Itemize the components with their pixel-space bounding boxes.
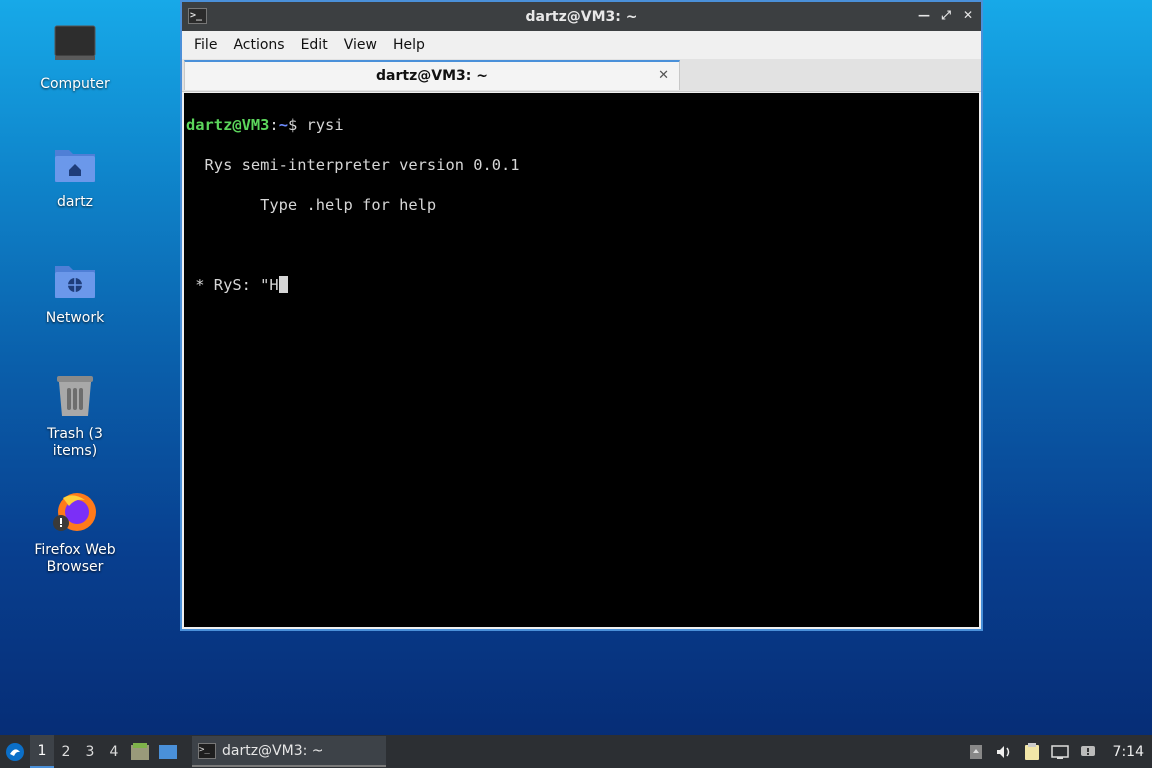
menu-help[interactable]: Help — [385, 37, 433, 53]
prompt-symbol: $ — [287, 116, 307, 134]
system-tray: 7:14 — [967, 742, 1152, 761]
file-manager-icon — [131, 742, 149, 760]
close-icon[interactable]: ✕ — [961, 8, 975, 22]
desktop-icon-network[interactable]: Network — [24, 256, 126, 327]
command-text: rysi — [306, 116, 344, 134]
tab-bar: dartz@VM3: ~ ✕ — [182, 59, 981, 92]
network-icon[interactable] — [1050, 743, 1069, 761]
terminal-window: >_ dartz@VM3: ~ — ⤢ ✕ File Actions Edit … — [180, 0, 983, 631]
workspace-2[interactable]: 2 — [54, 735, 78, 768]
desktop-icon-firefox[interactable]: Firefox Web Browser — [24, 488, 126, 576]
tab-terminal[interactable]: dartz@VM3: ~ ✕ — [184, 60, 680, 90]
prompt-user: dartz@VM3 — [186, 116, 270, 134]
desktop-icon-label: Trash (3 items) — [47, 426, 103, 459]
workspace-4[interactable]: 4 — [102, 735, 126, 768]
text-cursor — [278, 276, 288, 293]
lubuntu-logo-icon — [6, 742, 24, 761]
desktop-icon-label: Network — [45, 310, 105, 326]
clock[interactable]: 7:14 — [1113, 744, 1144, 760]
taskbar: 1 2 3 4 >_ dartz@VM3: ~ 7:14 — [0, 735, 1152, 768]
terminal-app-icon: >_ — [188, 8, 207, 24]
menu-file[interactable]: File — [186, 37, 225, 53]
desktop-icon-computer[interactable]: Computer — [24, 22, 126, 93]
terminal-output[interactable]: dartz@VM3:~$ rysi Rys semi-interpreter v… — [184, 93, 979, 627]
start-menu-button[interactable] — [0, 735, 30, 768]
network-folder-icon — [51, 256, 99, 304]
menu-actions[interactable]: Actions — [225, 37, 292, 53]
repl-input: * RyS: "H — [186, 276, 279, 294]
trash-icon — [51, 372, 99, 420]
task-label: dartz@VM3: ~ — [222, 742, 324, 759]
file-manager-launcher[interactable] — [126, 735, 154, 768]
minimize-icon[interactable]: — — [917, 8, 931, 22]
menubar: File Actions Edit View Help — [182, 31, 981, 59]
prompt-path: ~ — [278, 116, 288, 134]
tab-close-icon[interactable]: ✕ — [658, 68, 669, 83]
desktop-icon-label: Computer — [40, 76, 110, 92]
taskbar-task-terminal[interactable]: >_ dartz@VM3: ~ — [192, 736, 386, 767]
output-line: Type .help for help — [186, 196, 437, 214]
desktop-icon — [159, 744, 177, 759]
desktop-icon-home[interactable]: dartz — [24, 140, 126, 211]
workspace-3[interactable]: 3 — [78, 735, 102, 768]
tab-title: dartz@VM3: ~ — [376, 68, 488, 84]
maximize-icon[interactable]: ⤢ — [939, 8, 953, 22]
desktop-icon-trash[interactable]: Trash (3 items) — [24, 372, 126, 460]
window-title: dartz@VM3: ~ — [525, 8, 638, 25]
desktop-icon-label: Firefox Web Browser — [34, 542, 116, 575]
desktop-icon-label: dartz — [56, 194, 94, 210]
terminal-task-icon: >_ — [198, 742, 216, 759]
home-folder-icon — [51, 140, 99, 188]
notification-icon[interactable] — [1079, 743, 1097, 761]
firefox-icon — [51, 488, 99, 536]
window-titlebar[interactable]: >_ dartz@VM3: ~ — ⤢ ✕ — [182, 2, 981, 31]
volume-icon[interactable] — [995, 743, 1013, 761]
menu-view[interactable]: View — [336, 37, 385, 53]
prompt-separator: : — [269, 116, 279, 134]
input-line: * RyS: "H — [186, 275, 979, 295]
workspace-1[interactable]: 1 — [30, 735, 54, 768]
output-line: Rys semi-interpreter version 0.0.1 — [186, 156, 520, 174]
menu-edit[interactable]: Edit — [293, 37, 336, 53]
updates-icon[interactable] — [967, 743, 985, 761]
show-desktop-button[interactable] — [154, 735, 182, 768]
prompt-line: dartz@VM3:~$ rysi — [186, 115, 979, 135]
computer-icon — [51, 22, 99, 70]
clipboard-icon[interactable] — [1023, 742, 1041, 761]
